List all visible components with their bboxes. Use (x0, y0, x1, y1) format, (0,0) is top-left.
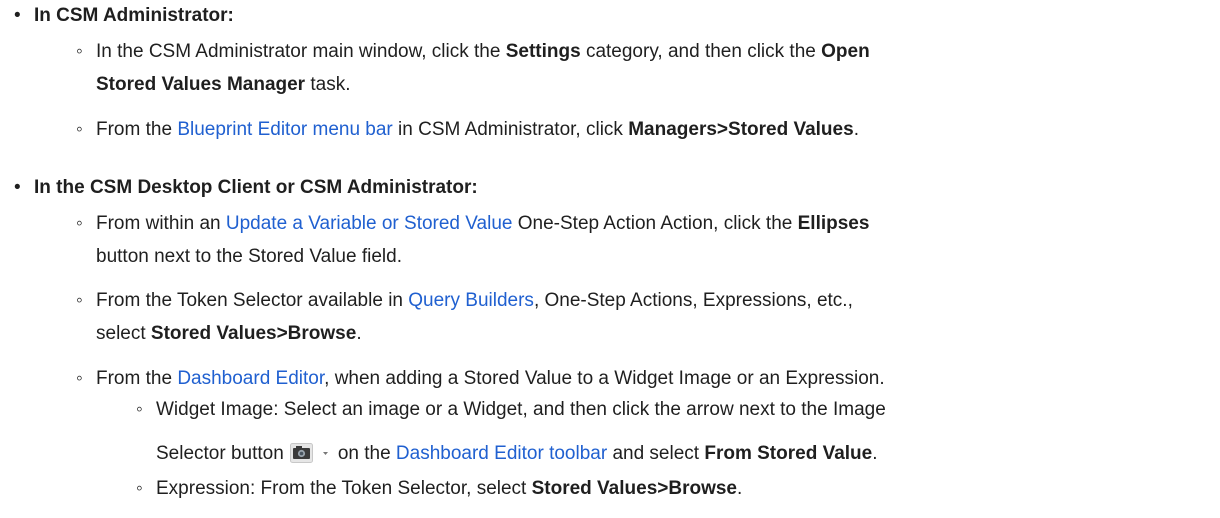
section1-item2-line: ◦ From the Blueprint Editor menu bar in C… (76, 117, 859, 143)
text: , One-Step Actions, Expressions, etc., (533, 290, 853, 311)
sub-bullet: ◦ (76, 41, 83, 62)
section2-item2-line2: select Stored Values>Browse. (96, 321, 362, 347)
sub-bullet: ◦ (76, 290, 83, 311)
text: , when adding a Stored Value to a Widget… (324, 368, 885, 389)
ellipses-label: Ellipses (797, 213, 870, 234)
stored-values-browse-label: Stored Values>Browse (531, 478, 738, 499)
text: From the (96, 368, 178, 389)
managers-stored-values-label: Managers>Stored Values (628, 119, 854, 140)
sub-sub-bullet: ◦ (136, 478, 143, 499)
section2-item3-sub1-line2: Selector button on the Dashboard Editor … (156, 441, 878, 467)
stored-values-manager-label: Stored Values Manager (96, 74, 306, 95)
section1-item1-line1: ◦ In the CSM Administrator main window, c… (76, 39, 870, 65)
dashboard-editor-toolbar-link[interactable]: Dashboard Editor toolbar (396, 443, 607, 464)
query-builders-link[interactable]: Query Builders (408, 290, 534, 311)
section1-heading-line: • In CSM Administrator: (14, 3, 234, 29)
text: button next to the Stored Value field. (96, 246, 402, 267)
text: select (96, 323, 151, 344)
text: In the CSM Administrator main window, cl… (96, 41, 506, 62)
sub-bullet: ◦ (76, 119, 83, 140)
text: Widget Image: Select an image or a Widge… (156, 399, 886, 420)
section2-item3-sub2-line: ◦ Expression: From the Token Selector, se… (136, 476, 742, 502)
bullet: • (14, 177, 21, 198)
text: in CSM Administrator, click (392, 119, 629, 140)
sub-bullet: ◦ (76, 368, 83, 389)
section2-item2-line1: ◦ From the Token Selector available in Qu… (76, 288, 853, 314)
section2-item1-line2: button next to the Stored Value field. (96, 244, 402, 270)
section2-item1-line1: ◦ From within an Update a Variable or Sto… (76, 211, 869, 237)
section2-item3-sub1-line1: ◦ Widget Image: Select an image or a Widg… (136, 397, 886, 423)
update-variable-link[interactable]: Update a Variable or Stored Value (226, 213, 513, 234)
section2-heading-line: • In the CSM Desktop Client or CSM Admini… (14, 175, 478, 201)
section1-item1-line2: Stored Values Manager task. (96, 72, 350, 98)
section2-item3-line: ◦ From the Dashboard Editor, when adding … (76, 366, 885, 392)
text: . (737, 478, 743, 499)
settings-label: Settings (505, 41, 581, 62)
text: From the (96, 119, 178, 140)
camera-icon (289, 443, 328, 463)
sub-bullet: ◦ (76, 213, 83, 234)
stored-values-browse-label: Stored Values>Browse (150, 323, 357, 344)
text: Expression: From the Token Selector, sel… (156, 478, 532, 499)
from-stored-value-label: From Stored Value (704, 443, 873, 464)
text: . (853, 119, 859, 140)
text: and select (607, 443, 705, 464)
section1-heading: In CSM Administrator: (34, 5, 234, 26)
text: on the (337, 443, 396, 464)
section2-heading: In the CSM Desktop Client or CSM Adminis… (34, 177, 478, 198)
blueprint-editor-menu-bar-link[interactable]: Blueprint Editor menu bar (177, 119, 392, 140)
text: Selector button (156, 443, 284, 464)
text: One-Step Action Action, click the (512, 213, 798, 234)
text: category, and then click the (580, 41, 822, 62)
camera-dropdown-icon (289, 443, 332, 463)
bullet: • (14, 5, 21, 26)
text: From the Token Selector available in (96, 290, 409, 311)
text: . (356, 323, 362, 344)
text: . (872, 443, 878, 464)
dashboard-editor-link[interactable]: Dashboard Editor (177, 368, 324, 389)
sub-sub-bullet: ◦ (136, 399, 143, 420)
text: task. (305, 74, 351, 95)
open-label: Open (821, 41, 870, 62)
text: From within an (96, 213, 226, 234)
